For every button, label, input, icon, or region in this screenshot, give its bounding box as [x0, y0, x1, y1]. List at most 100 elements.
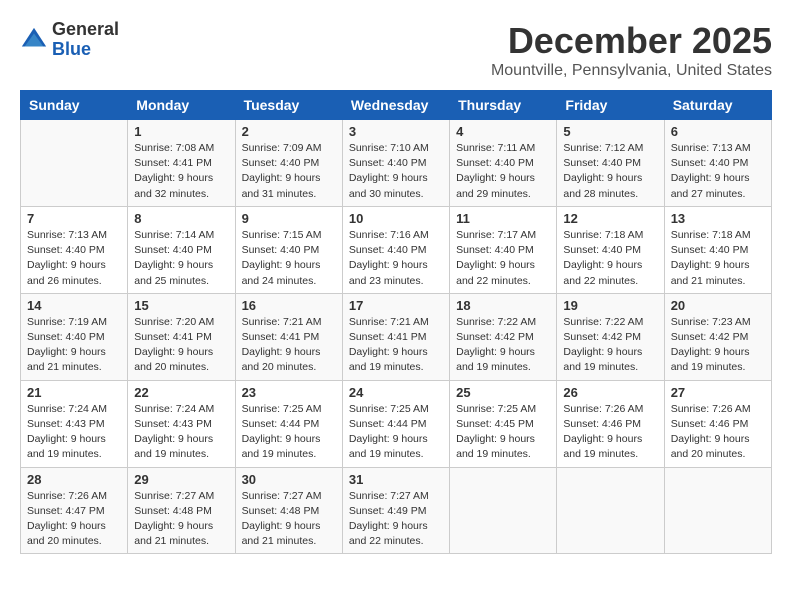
- page-header: General Blue December 2025 Mountville, P…: [20, 20, 772, 80]
- day-number: 4: [456, 124, 550, 139]
- day-number: 14: [27, 298, 121, 313]
- logo-text: General Blue: [52, 20, 119, 60]
- day-info: Sunrise: 7:10 AMSunset: 4:40 PMDaylight:…: [349, 141, 443, 202]
- day-info: Sunrise: 7:13 AMSunset: 4:40 PMDaylight:…: [27, 228, 121, 289]
- day-info: Sunrise: 7:21 AMSunset: 4:41 PMDaylight:…: [349, 315, 443, 376]
- calendar-cell: 29 Sunrise: 7:27 AMSunset: 4:48 PMDayligh…: [128, 467, 235, 554]
- day-info: Sunrise: 7:24 AMSunset: 4:43 PMDaylight:…: [134, 402, 228, 463]
- calendar-subtitle: Mountville, Pennsylvania, United States: [491, 62, 772, 80]
- day-number: 2: [242, 124, 336, 139]
- column-header-monday: Monday: [128, 91, 235, 120]
- day-number: 3: [349, 124, 443, 139]
- day-info: Sunrise: 7:18 AMSunset: 4:40 PMDaylight:…: [671, 228, 765, 289]
- day-info: Sunrise: 7:21 AMSunset: 4:41 PMDaylight:…: [242, 315, 336, 376]
- day-info: Sunrise: 7:26 AMSunset: 4:46 PMDaylight:…: [671, 402, 765, 463]
- day-info: Sunrise: 7:27 AMSunset: 4:49 PMDaylight:…: [349, 489, 443, 550]
- calendar-week-row: 1 Sunrise: 7:08 AMSunset: 4:41 PMDaylight…: [21, 120, 772, 207]
- day-number: 27: [671, 385, 765, 400]
- calendar-cell: 28 Sunrise: 7:26 AMSunset: 4:47 PMDayligh…: [21, 467, 128, 554]
- day-number: 8: [134, 211, 228, 226]
- calendar-cell: 16Sunrise: 7:21 AMSunset: 4:41 PMDayligh…: [235, 293, 342, 380]
- day-info: Sunrise: 7:25 AMSunset: 4:44 PMDaylight:…: [349, 402, 443, 463]
- day-number: 1: [134, 124, 228, 139]
- calendar-cell: [557, 467, 664, 554]
- logo-icon: [20, 26, 48, 54]
- calendar-cell: 7Sunrise: 7:13 AMSunset: 4:40 PMDaylight…: [21, 206, 128, 293]
- calendar-week-row: 7Sunrise: 7:13 AMSunset: 4:40 PMDaylight…: [21, 206, 772, 293]
- day-number: 5: [563, 124, 657, 139]
- calendar-cell: 15Sunrise: 7:20 AMSunset: 4:41 PMDayligh…: [128, 293, 235, 380]
- day-info: Sunrise: 7:22 AMSunset: 4:42 PMDaylight:…: [563, 315, 657, 376]
- day-info: Sunrise: 7:27 AMSunset: 4:48 PMDaylight:…: [134, 489, 228, 550]
- calendar-title: December 2025: [491, 20, 772, 62]
- calendar-cell: 21 Sunrise: 7:24 AMSunset: 4:43 PMDayligh…: [21, 380, 128, 467]
- header-row: SundayMondayTuesdayWednesdayThursdayFrid…: [21, 91, 772, 120]
- day-info: Sunrise: 7:09 AMSunset: 4:40 PMDaylight:…: [242, 141, 336, 202]
- column-header-saturday: Saturday: [664, 91, 771, 120]
- day-info: Sunrise: 7:26 AMSunset: 4:46 PMDaylight:…: [563, 402, 657, 463]
- calendar-cell: 20Sunrise: 7:23 AMSunset: 4:42 PMDayligh…: [664, 293, 771, 380]
- day-info: Sunrise: 7:08 AMSunset: 4:41 PMDaylight:…: [134, 141, 228, 202]
- column-header-sunday: Sunday: [21, 91, 128, 120]
- day-number: 17: [349, 298, 443, 313]
- calendar-cell: 31 Sunrise: 7:27 AMSunset: 4:49 PMDayligh…: [342, 467, 449, 554]
- calendar-cell: 2 Sunrise: 7:09 AMSunset: 4:40 PMDaylight…: [235, 120, 342, 207]
- calendar-cell: 9 Sunrise: 7:15 AMSunset: 4:40 PMDaylight…: [235, 206, 342, 293]
- day-info: Sunrise: 7:25 AMSunset: 4:44 PMDaylight:…: [242, 402, 336, 463]
- calendar-cell: 1 Sunrise: 7:08 AMSunset: 4:41 PMDaylight…: [128, 120, 235, 207]
- day-info: Sunrise: 7:17 AMSunset: 4:40 PMDaylight:…: [456, 228, 550, 289]
- day-number: 24: [349, 385, 443, 400]
- day-number: 29: [134, 472, 228, 487]
- day-info: Sunrise: 7:12 AMSunset: 4:40 PMDaylight:…: [563, 141, 657, 202]
- day-info: Sunrise: 7:22 AMSunset: 4:42 PMDaylight:…: [456, 315, 550, 376]
- day-number: 21: [27, 385, 121, 400]
- calendar-cell: 4 Sunrise: 7:11 AMSunset: 4:40 PMDaylight…: [450, 120, 557, 207]
- day-number: 31: [349, 472, 443, 487]
- day-number: 30: [242, 472, 336, 487]
- calendar-cell: 22 Sunrise: 7:24 AMSunset: 4:43 PMDayligh…: [128, 380, 235, 467]
- day-info: Sunrise: 7:20 AMSunset: 4:41 PMDaylight:…: [134, 315, 228, 376]
- column-header-wednesday: Wednesday: [342, 91, 449, 120]
- calendar-week-row: 21 Sunrise: 7:24 AMSunset: 4:43 PMDayligh…: [21, 380, 772, 467]
- logo-general: General: [52, 20, 119, 40]
- day-info: Sunrise: 7:15 AMSunset: 4:40 PMDaylight:…: [242, 228, 336, 289]
- day-number: 22: [134, 385, 228, 400]
- day-info: Sunrise: 7:24 AMSunset: 4:43 PMDaylight:…: [27, 402, 121, 463]
- calendar-cell: 8 Sunrise: 7:14 AMSunset: 4:40 PMDaylight…: [128, 206, 235, 293]
- calendar-week-row: 14 Sunrise: 7:19 AMSunset: 4:40 PMDayligh…: [21, 293, 772, 380]
- day-number: 25: [456, 385, 550, 400]
- day-number: 9: [242, 211, 336, 226]
- day-info: Sunrise: 7:26 AMSunset: 4:47 PMDaylight:…: [27, 489, 121, 550]
- column-header-friday: Friday: [557, 91, 664, 120]
- calendar-table: SundayMondayTuesdayWednesdayThursdayFrid…: [20, 90, 772, 554]
- logo: General Blue: [20, 20, 119, 60]
- day-info: Sunrise: 7:14 AMSunset: 4:40 PMDaylight:…: [134, 228, 228, 289]
- calendar-cell: 6 Sunrise: 7:13 AMSunset: 4:40 PMDaylight…: [664, 120, 771, 207]
- calendar-cell: 25 Sunrise: 7:25 AMSunset: 4:45 PMDayligh…: [450, 380, 557, 467]
- title-block: December 2025 Mountville, Pennsylvania, …: [491, 20, 772, 80]
- calendar-cell: 13 Sunrise: 7:18 AMSunset: 4:40 PMDayligh…: [664, 206, 771, 293]
- calendar-cell: 11 Sunrise: 7:17 AMSunset: 4:40 PMDayligh…: [450, 206, 557, 293]
- column-header-thursday: Thursday: [450, 91, 557, 120]
- day-info: Sunrise: 7:23 AMSunset: 4:42 PMDaylight:…: [671, 315, 765, 376]
- day-number: 19: [563, 298, 657, 313]
- day-number: 23: [242, 385, 336, 400]
- calendar-week-row: 28 Sunrise: 7:26 AMSunset: 4:47 PMDayligh…: [21, 467, 772, 554]
- day-info: Sunrise: 7:19 AMSunset: 4:40 PMDaylight:…: [27, 315, 121, 376]
- day-number: 28: [27, 472, 121, 487]
- day-number: 13: [671, 211, 765, 226]
- day-number: 26: [563, 385, 657, 400]
- calendar-cell: 17 Sunrise: 7:21 AMSunset: 4:41 PMDayligh…: [342, 293, 449, 380]
- day-number: 6: [671, 124, 765, 139]
- day-info: Sunrise: 7:13 AMSunset: 4:40 PMDaylight:…: [671, 141, 765, 202]
- day-number: 11: [456, 211, 550, 226]
- day-info: Sunrise: 7:25 AMSunset: 4:45 PMDaylight:…: [456, 402, 550, 463]
- day-info: Sunrise: 7:16 AMSunset: 4:40 PMDaylight:…: [349, 228, 443, 289]
- day-info: Sunrise: 7:11 AMSunset: 4:40 PMDaylight:…: [456, 141, 550, 202]
- calendar-cell: 10Sunrise: 7:16 AMSunset: 4:40 PMDayligh…: [342, 206, 449, 293]
- day-info: Sunrise: 7:27 AMSunset: 4:48 PMDaylight:…: [242, 489, 336, 550]
- calendar-cell: 18Sunrise: 7:22 AMSunset: 4:42 PMDayligh…: [450, 293, 557, 380]
- calendar-cell: 30 Sunrise: 7:27 AMSunset: 4:48 PMDayligh…: [235, 467, 342, 554]
- calendar-cell: [664, 467, 771, 554]
- column-header-tuesday: Tuesday: [235, 91, 342, 120]
